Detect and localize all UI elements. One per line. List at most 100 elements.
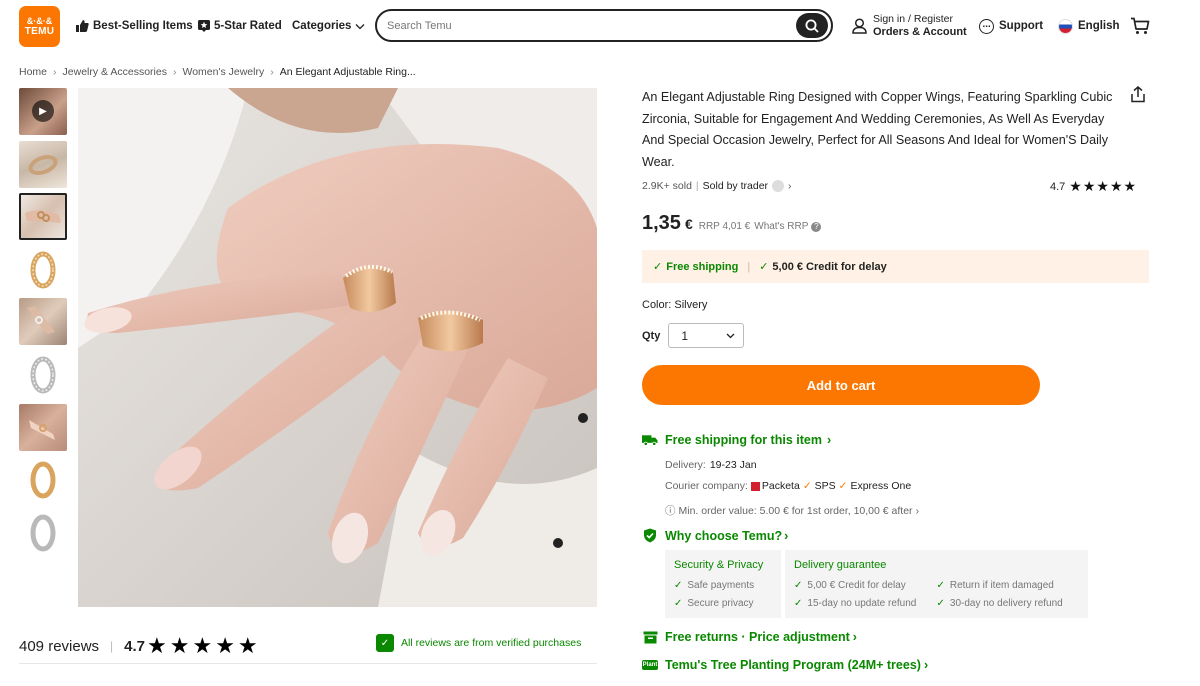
temu-logo[interactable]: &·&·& TEMU [19,6,60,47]
delivery-dates: 19-23 Jan [709,459,757,471]
nav-five-star[interactable]: 5-Star Rated [198,0,282,52]
divider [19,663,597,664]
chevron-right-icon: › [915,504,920,517]
breadcrumb-current: An Elegant Adjustable Ring... [279,66,416,78]
shield-check-icon: ✓ [376,634,394,652]
chevron-right-icon: › [826,433,832,447]
thumbnail-image[interactable] [19,403,67,451]
quantity-row: Qty 1 [642,323,745,348]
why-choose-heading-text: Why choose Temu? [665,528,783,543]
orders-account-label: Orders & Account [873,26,967,38]
language-label: English [1078,20,1120,32]
guarantee-item-label: 15-day no update refund [807,598,917,609]
thumbnail-image[interactable] [19,245,67,293]
free-returns-heading[interactable]: Free returns · Price adjustment › [642,630,857,644]
thumbnail-image[interactable] [19,298,67,346]
check-icon: ✓ [794,580,803,591]
delivery-guarantee-box: Delivery guarantee ✓ 5,00 € Credit for de… [785,550,1088,618]
thumbnail-image[interactable] [19,350,67,398]
plant-icon-text: Plant [641,660,659,670]
thumbnail-image-selected[interactable] [19,193,67,241]
breadcrumb-jewelry[interactable]: Jewelry & Accessories [63,66,167,78]
guarantee-item: ✓ 15-day no update refund [794,595,937,613]
security-item: ✓ Safe payments [674,577,772,595]
security-item-label: Secure privacy [687,598,754,609]
thumbs-up-icon [76,20,89,32]
slovakia-flag-icon [1058,18,1073,34]
price-currency: € [684,216,693,232]
sign-in-link[interactable]: Sign in / Register Orders & Account [852,13,967,39]
sps-logo-icon: ✓ [802,480,812,492]
guarantee-item-label: Return if item damaged [949,580,1054,591]
product-rating-value: 4.7 [1050,180,1066,193]
search-button[interactable] [796,13,828,38]
delivery-guarantee-title: Delivery guarantee [794,559,887,571]
breadcrumb-home[interactable]: Home [19,66,47,78]
breadcrumb-womens-jewelry[interactable]: Women's Jewelry [182,66,264,78]
help-icon[interactable]: ? [811,222,822,232]
nav-categories[interactable]: Categories [292,0,365,52]
trader-avatar [772,180,785,192]
courier-packeta: Packeta [761,480,800,492]
free-shipping-heading[interactable]: Free shipping for this item › [642,433,831,447]
reviews-rating: 4.7 [124,637,146,655]
logo-mark: &·&·& [26,16,53,26]
why-choose-heading[interactable]: Why choose Temu? › [642,528,788,543]
nav-best-selling[interactable]: Best-Selling Items [76,0,193,52]
thumbnail-image[interactable] [19,508,67,556]
tree-planting-heading[interactable]: Plant Temu's Tree Planting Program (24M+… [641,658,928,672]
courier-express-one: Express One [850,480,912,492]
top-header: &·&·& TEMU Best-Selling Items 5-Star Rat… [0,0,1200,52]
security-box: Security & Privacy ✓ Safe payments ✓ Secur… [665,550,781,618]
breadcrumb-separator: › [270,66,274,78]
nav-five-star-label: 5-Star Rated [214,20,282,32]
reviews-count[interactable]: 409 reviews [19,638,99,655]
check-icon: ✓ [794,598,803,609]
thumbnail-image[interactable] [19,456,67,504]
star-badge-icon [198,20,210,32]
security-item-label: Safe payments [687,580,755,591]
product-rating[interactable]: 4.7 ★★★★★ [1050,178,1137,195]
verified-note: ✓ All reviews are from verified purchase… [376,634,581,652]
breadcrumb-separator: › [53,66,57,78]
nav-best-selling-label: Best-Selling Items [93,20,193,32]
language-selector[interactable]: English [1058,0,1120,52]
plant-icon: Plant [641,660,659,670]
delivery-row: Delivery: 19-23 Jan [665,459,757,471]
thumbnail-image[interactable] [19,140,67,188]
divider: | [695,180,699,192]
chevron-down-icon [726,333,735,338]
check-icon: ✓ [674,598,683,609]
add-to-cart-button[interactable]: Add to cart [642,365,1040,405]
search-input[interactable] [387,19,787,32]
share-button[interactable] [1130,86,1146,106]
free-shipping-heading-text: Free shipping for this item [665,433,822,447]
rating-stars: ★★★★★ [1069,178,1138,194]
cart-link[interactable] [1130,0,1150,52]
reviews-summary: 409 reviews | 4.7 ★★★★★ ✓ All reviews ar… [19,632,597,660]
guarantee-item-label: 5,00 € Credit for delay [807,580,906,591]
whats-rrp-link[interactable]: What's RRP [754,221,808,232]
thumbnail-video[interactable]: ▶ [19,88,67,135]
color-label: Color: Silvery [642,299,708,311]
main-product-image[interactable] [78,88,597,607]
verified-text: All reviews are from verified purchases [401,637,582,649]
thumbnail-list: ▶ [19,88,67,561]
play-icon: ▶ [32,100,54,122]
logo-text: TEMU [24,26,55,37]
check-icon: ✓ [653,261,663,273]
search-bar [375,9,833,42]
security-title: Security & Privacy [674,559,764,571]
support-link[interactable]: ⋯ Support [979,0,1043,52]
silver-ring-image [30,514,56,552]
quantity-select[interactable]: 1 [668,323,745,348]
check-icon: ✓ [674,580,683,591]
express-logo-icon: ✓ [838,480,848,492]
chevron-right-icon: › [784,528,789,543]
packeta-logo-icon [750,481,760,491]
guarantee-item: ✓ Return if item damaged [937,577,1080,595]
check-icon: ✓ [936,598,945,609]
min-order-row[interactable]: ⓘ Min. order value: 5.00 € for 1st order… [665,503,919,518]
price-block: 1,35 € RRP 4,01 € What's RRP ? [642,212,822,235]
sold-by-trader[interactable]: Sold by trader [703,180,768,192]
